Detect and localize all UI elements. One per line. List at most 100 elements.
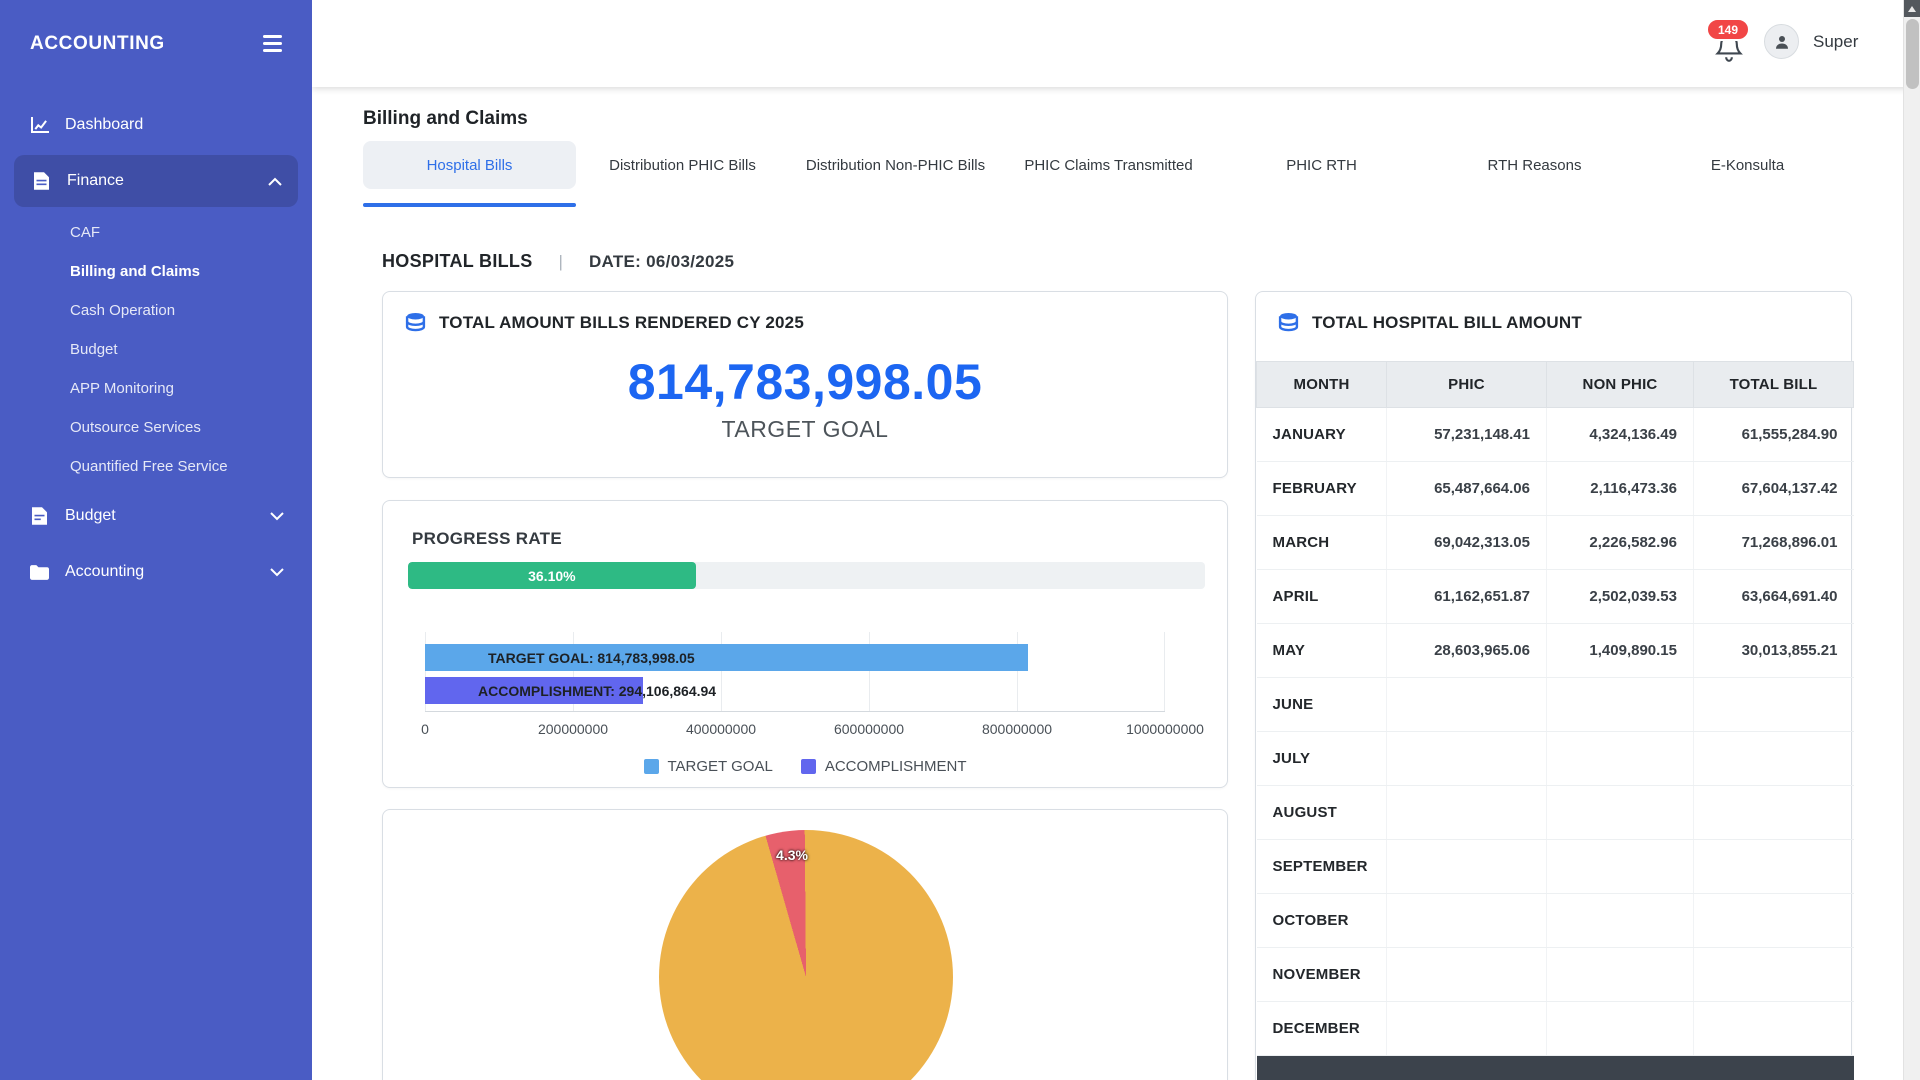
total-amount-value: 814,783,998.05 (383, 353, 1227, 411)
column-header-non-phic: NON PHIC (1547, 362, 1694, 408)
month-cell: JANUARY (1257, 408, 1387, 462)
card-header: TOTAL HOSPITAL BILL AMOUNT (1256, 292, 1851, 333)
phic-cell: 28,603,965.06 (1387, 624, 1547, 678)
table-footer-row (1257, 1056, 1854, 1080)
sidebar-item-label: Finance (67, 172, 124, 190)
scrollbar-thumb[interactable] (1906, 19, 1919, 89)
sidebar-subitem-budget[interactable]: Budget (0, 330, 312, 369)
hospital-bill-table-card: TOTAL HOSPITAL BILL AMOUNT MONTH PHIC NO… (1255, 291, 1852, 1080)
phic-cell (1387, 678, 1547, 732)
total-bills-card: TOTAL AMOUNT BILLS RENDERED CY 2025 814,… (382, 291, 1228, 478)
legend-label: TARGET GOAL (668, 758, 773, 775)
total-bill-cell (1694, 894, 1854, 948)
date-label: DATE: 06/03/2025 (589, 252, 734, 272)
user-menu[interactable]: Super (1764, 24, 1858, 59)
money-invoice-icon (28, 507, 50, 525)
non-phic-cell (1547, 732, 1694, 786)
phic-cell: 65,487,664.06 (1387, 462, 1547, 516)
phic-cell (1387, 732, 1547, 786)
total-amount-subtitle: TARGET GOAL (383, 416, 1227, 443)
non-phic-cell (1547, 786, 1694, 840)
month-cell: JULY (1257, 732, 1387, 786)
sidebar-header: ACCOUNTING (0, 0, 312, 87)
gridline (1164, 632, 1165, 711)
tab-bar: Hospital Bills Distribution PHIC Bills D… (363, 141, 1855, 207)
app-title: ACCOUNTING (30, 33, 165, 55)
tab-phic-rth[interactable]: PHIC RTH (1215, 141, 1428, 189)
sidebar-item-budget[interactable]: Budget (0, 488, 312, 544)
month-cell: NOVEMBER (1257, 948, 1387, 1002)
sidebar-subitem-outsource-services[interactable]: Outsource Services (0, 408, 312, 447)
coins-icon (405, 312, 426, 333)
chevron-down-icon (270, 512, 284, 521)
month-cell: OCTOBER (1257, 894, 1387, 948)
page-title: Billing and Claims (363, 108, 528, 130)
total-bill-cell: 61,555,284.90 (1694, 408, 1854, 462)
table-row: OCTOBER (1257, 894, 1854, 948)
month-cell: SEPTEMBER (1257, 840, 1387, 894)
month-cell: MARCH (1257, 516, 1387, 570)
legend-item-accomplishment[interactable]: ACCOMPLISHMENT (801, 758, 967, 775)
total-bill-cell (1694, 840, 1854, 894)
month-cell: APRIL (1257, 570, 1387, 624)
user-name: Super (1813, 32, 1858, 52)
sidebar-item-accounting[interactable]: Accounting (0, 544, 312, 600)
folder-icon (28, 565, 50, 580)
month-cell: AUGUST (1257, 786, 1387, 840)
chart-legend: TARGET GOAL ACCOMPLISHMENT (383, 758, 1227, 775)
x-tick: 400000000 (686, 721, 756, 737)
x-tick: 0 (421, 721, 429, 737)
sidebar-subitem-app-monitoring[interactable]: APP Monitoring (0, 369, 312, 408)
sidebar-subitem-cash-operation[interactable]: Cash Operation (0, 291, 312, 330)
phic-cell: 69,042,313.05 (1387, 516, 1547, 570)
pie-chart-card: 4.3% (382, 809, 1228, 1080)
x-tick: 200000000 (538, 721, 608, 737)
tab-hospital-bills[interactable]: Hospital Bills (363, 141, 576, 189)
sidebar-subitem-billing-and-claims[interactable]: Billing and Claims (0, 252, 312, 291)
tab-distribution-phic-bills[interactable]: Distribution PHIC Bills (576, 141, 789, 189)
table-row: NOVEMBER (1257, 948, 1854, 1002)
sidebar-item-label: Budget (65, 507, 116, 525)
sidebar-item-dashboard[interactable]: Dashboard (0, 97, 312, 153)
x-tick: 600000000 (834, 721, 904, 737)
table-row: MAY 28,603,965.06 1,409,890.15 30,013,85… (1257, 624, 1854, 678)
month-cell: MAY (1257, 624, 1387, 678)
separator: | (559, 252, 563, 272)
tab-distribution-non-phic-bills[interactable]: Distribution Non-PHIC Bills (789, 141, 1002, 189)
sidebar-subitem-quantified-free-service[interactable]: Quantified Free Service (0, 447, 312, 486)
total-bill-cell (1694, 786, 1854, 840)
chart-line-icon (28, 117, 50, 134)
tab-e-konsulta[interactable]: E-Konsulta (1641, 141, 1854, 189)
table-row: JANUARY 57,231,148.41 4,324,136.49 61,55… (1257, 408, 1854, 462)
sidebar-item-finance[interactable]: Finance (14, 155, 298, 207)
x-axis-ticks: 0 200000000 400000000 600000000 80000000… (425, 721, 1165, 739)
total-bill-cell: 30,013,855.21 (1694, 624, 1854, 678)
total-bill-cell (1694, 1002, 1854, 1056)
menu-icon[interactable] (263, 35, 282, 52)
card-title: TOTAL AMOUNT BILLS RENDERED CY 2025 (439, 313, 804, 333)
tab-rth-reasons[interactable]: RTH Reasons (1428, 141, 1641, 189)
page-scrollbar[interactable] (1903, 0, 1920, 1080)
x-tick: 800000000 (982, 721, 1052, 737)
phic-cell (1387, 840, 1547, 894)
tab-phic-claims-transmitted[interactable]: PHIC Claims Transmitted (1002, 141, 1215, 189)
legend-item-target-goal[interactable]: TARGET GOAL (644, 758, 773, 775)
accomplishment-bar-label: ACCOMPLISHMENT: 294,106,864.94 (478, 677, 716, 704)
sidebar: ACCOUNTING Dashboard Finance CAF (0, 0, 312, 1080)
card-header: TOTAL AMOUNT BILLS RENDERED CY 2025 (383, 292, 1227, 333)
pie-slice-label: 4.3% (764, 847, 820, 863)
legend-label: ACCOMPLISHMENT (825, 758, 967, 775)
notifications-button[interactable]: 149 (1702, 18, 1758, 74)
sidebar-subitem-caf[interactable]: CAF (0, 213, 312, 252)
total-bill-cell: 71,268,896.01 (1694, 516, 1854, 570)
table-row: APRIL 61,162,651.87 2,502,039.53 63,664,… (1257, 570, 1854, 624)
month-cell: JUNE (1257, 678, 1387, 732)
section-header: HOSPITAL BILLS | DATE: 06/03/2025 (382, 251, 734, 272)
non-phic-cell (1547, 1002, 1694, 1056)
notification-badge: 149 (1706, 18, 1750, 41)
scroll-up-button[interactable] (1904, 0, 1920, 17)
invoice-icon (30, 172, 52, 190)
finance-submenu: CAF Billing and Claims Cash Operation Bu… (0, 209, 312, 488)
progress-percent-label: 36.10% (528, 568, 575, 584)
user-icon (1773, 33, 1791, 51)
